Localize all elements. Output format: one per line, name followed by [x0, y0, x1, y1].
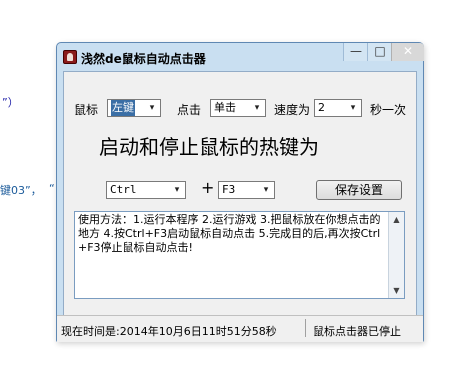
speed-value: 2 [318, 101, 325, 114]
minimize-button[interactable]: — [343, 43, 368, 61]
background-text-fragment: “ [49, 182, 55, 195]
client-area: 鼠标 左键 ▾ 点击 单击 ▾ 速度为 2 ▾ 秒一次 启动和停止鼠标的热键为 … [63, 71, 417, 334]
scroll-up-icon[interactable]: ▲ [389, 212, 404, 227]
save-settings-button[interactable]: 保存设置 [316, 180, 402, 200]
chevron-down-icon[interactable]: ▾ [346, 101, 360, 115]
hotkey-key-value: F3 [222, 183, 236, 196]
background-text-fragment: ”） [2, 96, 19, 109]
chevron-down-icon[interactable]: ▾ [170, 183, 184, 197]
status-bar: 现在时间是:2014年10月6日11时51分58秒 鼠标点击器已停止 [57, 315, 423, 342]
clicker-state-status: 鼠标点击器已停止 [313, 325, 401, 338]
vertical-scrollbar[interactable]: ▲ ▼ [388, 212, 404, 298]
instructions-text: 使用方法：1.运行本程序 2.运行游戏 3.把鼠标放在你想点击的地方 4.按Ct… [78, 213, 381, 254]
speed-unit-label: 秒一次 [370, 103, 407, 117]
click-type-value: 单击 [214, 101, 236, 114]
click-type-select[interactable]: 单击 ▾ [210, 99, 266, 117]
background-text-fragment: 键03”， [0, 184, 42, 197]
mouse-label: 鼠标 [74, 103, 99, 117]
status-divider [305, 319, 306, 337]
scroll-down-icon[interactable]: ▼ [389, 283, 404, 298]
maximize-button[interactable]: □ [367, 43, 392, 61]
instructions-textarea[interactable]: 使用方法：1.运行本程序 2.运行游戏 3.把鼠标放在你想点击的地方 4.按Ct… [74, 211, 405, 299]
current-time-status: 现在时间是:2014年10月6日11时51分58秒 [61, 325, 277, 338]
hotkey-key-select[interactable]: F3 ▾ [218, 181, 275, 199]
window-title: 浅然de鼠标自动点击器 [81, 52, 206, 66]
mouse-button-select[interactable]: 左键 ▾ [107, 99, 161, 117]
mouse-button-value: 左键 [111, 100, 135, 116]
chevron-down-icon[interactable]: ▾ [259, 183, 273, 197]
plus-sign: + [201, 178, 215, 197]
app-icon [63, 50, 77, 64]
hotkey-modifier-value: Ctrl [110, 183, 137, 196]
close-button[interactable]: ✕ [391, 43, 424, 61]
speed-label: 速度为 [274, 103, 311, 117]
chevron-down-icon[interactable]: ▾ [250, 101, 264, 115]
click-label: 点击 [177, 103, 202, 117]
app-window: 浅然de鼠标自动点击器 — □ ✕ 鼠标 左键 ▾ 点击 单击 ▾ 速度为 2 … [56, 42, 424, 342]
title-bar[interactable]: 浅然de鼠标自动点击器 — □ ✕ [57, 43, 424, 71]
chevron-down-icon[interactable]: ▾ [145, 101, 159, 115]
speed-select[interactable]: 2 ▾ [314, 99, 362, 117]
hotkey-heading: 启动和停止鼠标的热键为 [99, 135, 319, 159]
hotkey-modifier-select[interactable]: Ctrl ▾ [106, 181, 186, 199]
